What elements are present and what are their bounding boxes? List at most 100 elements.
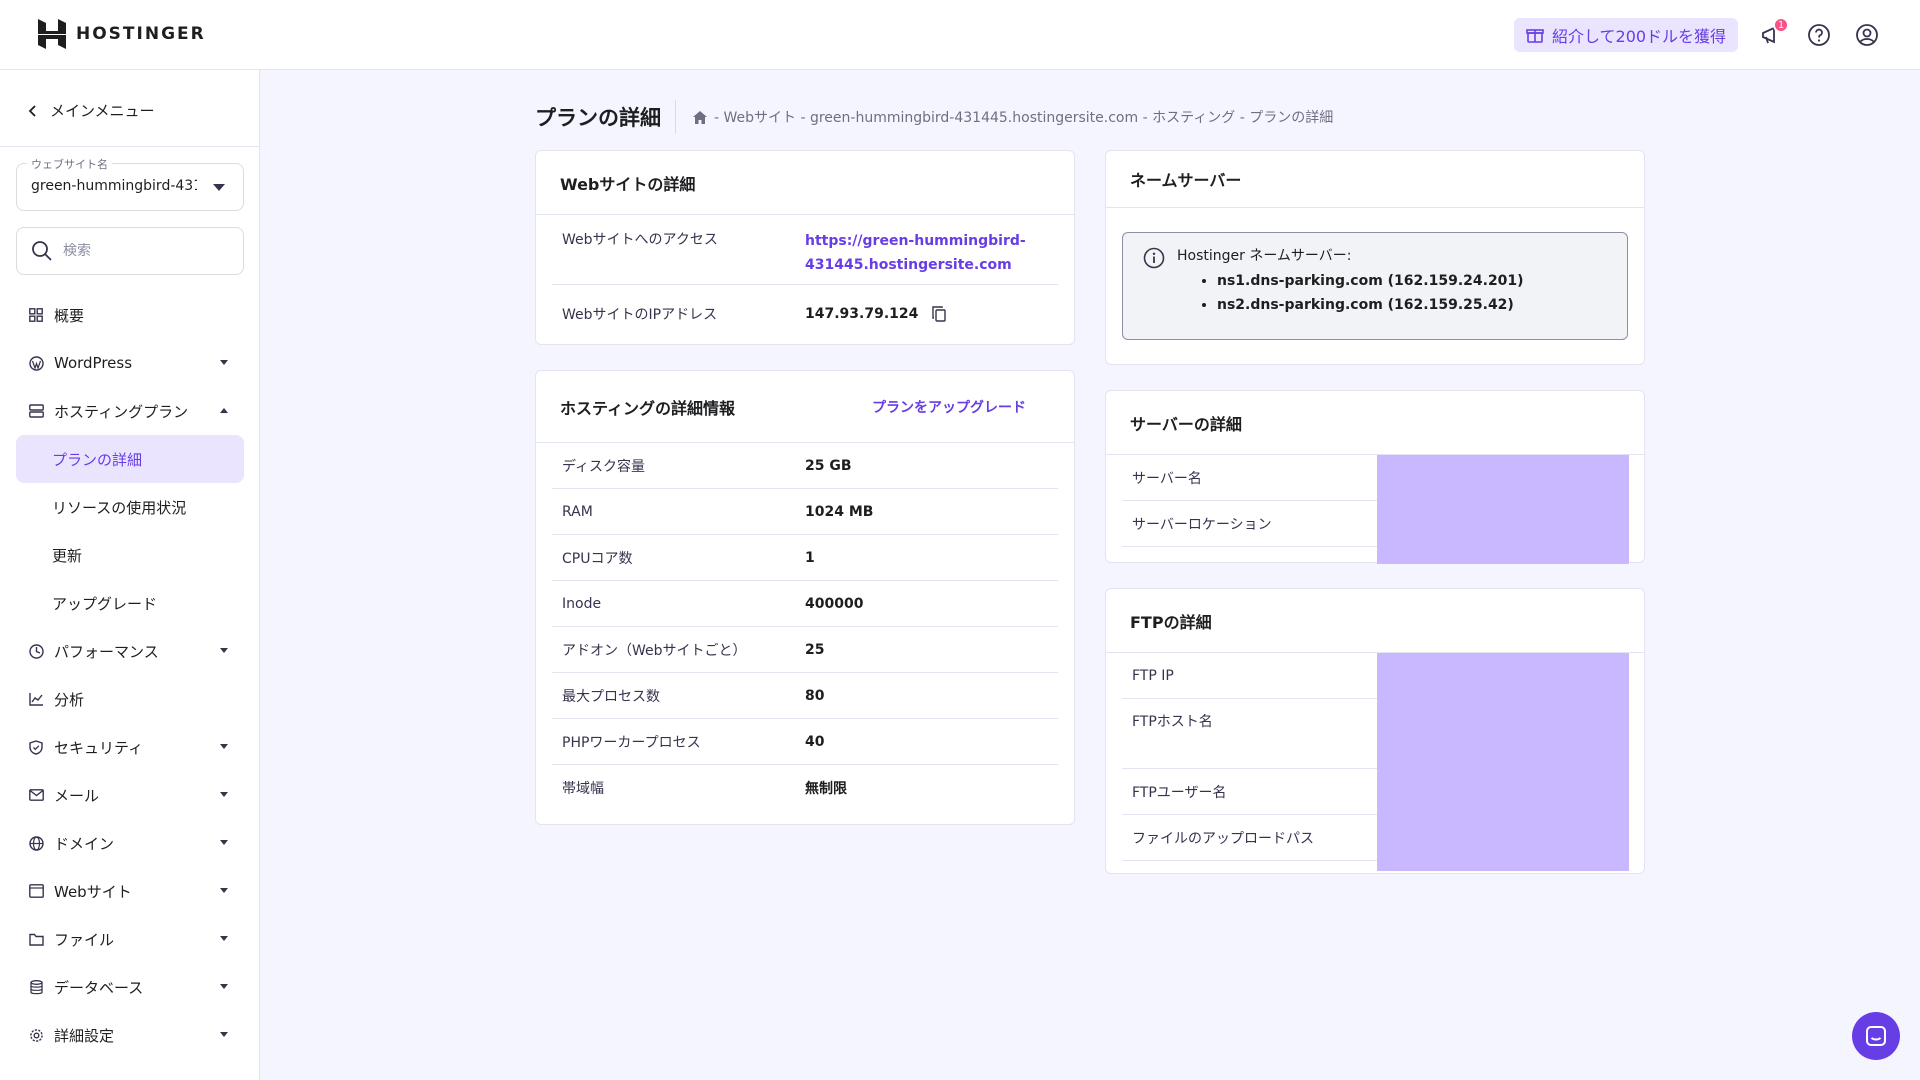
hostinger-logo[interactable]: HOSTINGER — [38, 19, 206, 49]
sidebar-item-security[interactable]: セキュリティ — [16, 723, 244, 771]
logo-text: HOSTINGER — [76, 24, 206, 44]
website-access-link[interactable]: https://green-hummingbird- 431445.hostin… — [805, 229, 1026, 284]
row-key: ファイルのアップロードパス — [1132, 830, 1314, 847]
breadcrumb-trail[interactable]: - Webサイト - green-hummingbird-431445.host… — [714, 107, 1333, 127]
sidebar-item-label: セキュリティ — [54, 738, 144, 757]
row-key: ディスク容量 — [562, 458, 646, 475]
sidebar-item-label: 分析 — [54, 690, 85, 709]
table-row: Inode 400000 — [552, 581, 1058, 627]
row-value: 40 — [805, 733, 825, 750]
sidebar-item-label: ホスティングプラン — [54, 402, 189, 421]
row-key: 最大プロセス数 — [562, 688, 660, 705]
chevron-up-icon — [220, 408, 228, 413]
sidebar-item-overview[interactable]: 概要 — [16, 291, 244, 339]
sidebar-item-performance[interactable]: パフォーマンス — [16, 627, 244, 675]
sidebar-item-upgrade[interactable]: アップグレード — [16, 579, 244, 627]
sidebar-search[interactable] — [16, 227, 244, 275]
account-button[interactable] — [1852, 20, 1882, 50]
sidebar-item-label: 概要 — [54, 306, 85, 325]
breadcrumb: - Webサイト - green-hummingbird-431445.host… — [676, 107, 1333, 127]
page-title: プランの詳細 — [535, 100, 676, 134]
gauge-icon — [28, 643, 44, 659]
hosting-details-card: ホスティングの詳細情報 プランをアップグレード ディスク容量 25 GB RAM 1… — [535, 370, 1075, 825]
sidebar-item-databases[interactable]: データベース — [16, 963, 244, 1011]
row-key: アドオン（Webサイトごと） — [562, 642, 747, 659]
chart-icon — [28, 691, 44, 707]
card-header: ホスティングの詳細情報 プランをアップグレード — [536, 371, 1074, 443]
website-select-value: green-hummingbird-431445.hostingersite.c… — [31, 178, 197, 194]
table-row: ディスク容量 25 GB — [552, 443, 1058, 489]
row-key: Webサイトへのアクセス — [562, 232, 718, 248]
sidebar-item-hosting-plan[interactable]: ホスティングプラン — [16, 387, 244, 435]
sidebar-item-domains[interactable]: ドメイン — [16, 819, 244, 867]
copy-icon[interactable] — [932, 306, 947, 322]
help-icon — [1808, 24, 1830, 46]
card-title: サーバーの詳細 — [1106, 391, 1644, 455]
chevron-down-icon — [220, 984, 228, 989]
sidebar-item-analytics[interactable]: 分析 — [16, 675, 244, 723]
table-row: PHPワーカープロセス 40 — [552, 719, 1058, 765]
chevron-down-icon — [220, 744, 228, 749]
sidebar-item-label: メール — [54, 786, 100, 805]
table-row: 帯域幅 無制限 — [552, 765, 1058, 811]
redacted-values — [1377, 653, 1629, 871]
sidebar-item-website[interactable]: Webサイト — [16, 867, 244, 915]
row-key: RAM — [562, 503, 593, 520]
row-value: 無制限 — [805, 781, 847, 797]
chevron-down-icon — [220, 648, 228, 653]
referral-label: 紹介して200ドルを獲得 — [1552, 27, 1727, 46]
sidebar-item-advanced[interactable]: 詳細設定 — [16, 1011, 244, 1059]
sidebar-item-label: ドメイン — [54, 834, 115, 853]
notification-badge: 1 — [1773, 17, 1789, 33]
row-key: CPUコア数 — [562, 550, 633, 567]
server-details-card: サーバーの詳細 サーバー名 サーバーロケーション — [1105, 390, 1645, 564]
website-ip-value: 147.93.79.124 — [805, 306, 919, 322]
chevron-down-icon — [220, 792, 228, 797]
list-item: ns2.dns-parking.com (162.159.25.42) — [1217, 293, 1524, 317]
chevron-down-icon — [220, 888, 228, 893]
table-row: 最大プロセス数 80 — [552, 673, 1058, 719]
nameservers-info-box: Hostinger ネームサーバー: ns1.dns-parking.com (… — [1122, 232, 1628, 340]
card-title: FTPの詳細 — [1106, 589, 1644, 653]
chevron-down-icon — [220, 840, 228, 845]
browser-icon — [28, 883, 44, 899]
search-input[interactable] — [63, 243, 223, 259]
card-title: Webサイトの詳細 — [536, 151, 1074, 215]
ftp-details-card: FTPの詳細 FTP IP FTPホスト名 FTPユーザー名 ファイルのアップロ… — [1105, 588, 1645, 874]
row-value: 1 — [805, 549, 815, 566]
home-icon[interactable] — [692, 110, 708, 125]
sidebar: メインメニュー ウェブサイト名 green-hummingbird-431445… — [0, 70, 260, 1080]
website-details-card: Webサイトの詳細 Webサイトへのアクセス https://green-hum… — [535, 150, 1075, 345]
sidebar-nav: 概要 WordPress ホスティングプラン プランの詳細 リソースの使用状況 … — [16, 291, 244, 1059]
website-select[interactable]: ウェブサイト名 green-hummingbird-431445.hosting… — [16, 156, 244, 211]
row-value: 25 GB — [805, 457, 852, 474]
user-icon — [1856, 24, 1878, 46]
grid-icon — [28, 307, 44, 323]
upgrade-plan-button[interactable]: プランをアップグレード — [872, 397, 1026, 417]
sidebar-item-wordpress[interactable]: WordPress — [16, 339, 244, 387]
sidebar-item-resource-usage[interactable]: リソースの使用状況 — [16, 483, 244, 531]
row-key: FTPユーザー名 — [1132, 784, 1227, 801]
row-key: FTPホスト名 — [1132, 714, 1213, 730]
sidebar-item-email[interactable]: メール — [16, 771, 244, 819]
wordpress-icon — [28, 355, 44, 371]
table-row: WebサイトのIPアドレス 147.93.79.124 — [552, 285, 1058, 343]
sidebar-item-label: WordPress — [54, 354, 133, 372]
mail-icon — [28, 787, 44, 803]
sidebar-item-plan-details[interactable]: プランの詳細 — [16, 435, 244, 483]
database-icon — [28, 979, 44, 995]
sidebar-item-files[interactable]: ファイル — [16, 915, 244, 963]
back-to-main-menu[interactable]: メインメニュー — [28, 100, 155, 121]
sidebar-item-renewal[interactable]: 更新 — [16, 531, 244, 579]
chevron-down-icon — [220, 360, 228, 365]
row-value: 1024 MB — [805, 503, 874, 520]
sidebar-item-label: 更新 — [52, 546, 83, 565]
chat-button[interactable] — [1852, 1012, 1900, 1060]
help-button[interactable] — [1804, 20, 1834, 50]
website-link-line2: 431445.hostingersite.com — [805, 257, 1012, 273]
website-link-line1: https://green-hummingbird- — [805, 233, 1026, 249]
table-row: アドオン（Webサイトごと） 25 — [552, 627, 1058, 673]
referral-button[interactable]: 紹介して200ドルを獲得 — [1514, 18, 1739, 52]
notifications-button[interactable]: 1 — [1756, 17, 1789, 50]
sidebar-item-label: リソースの使用状況 — [52, 498, 187, 517]
